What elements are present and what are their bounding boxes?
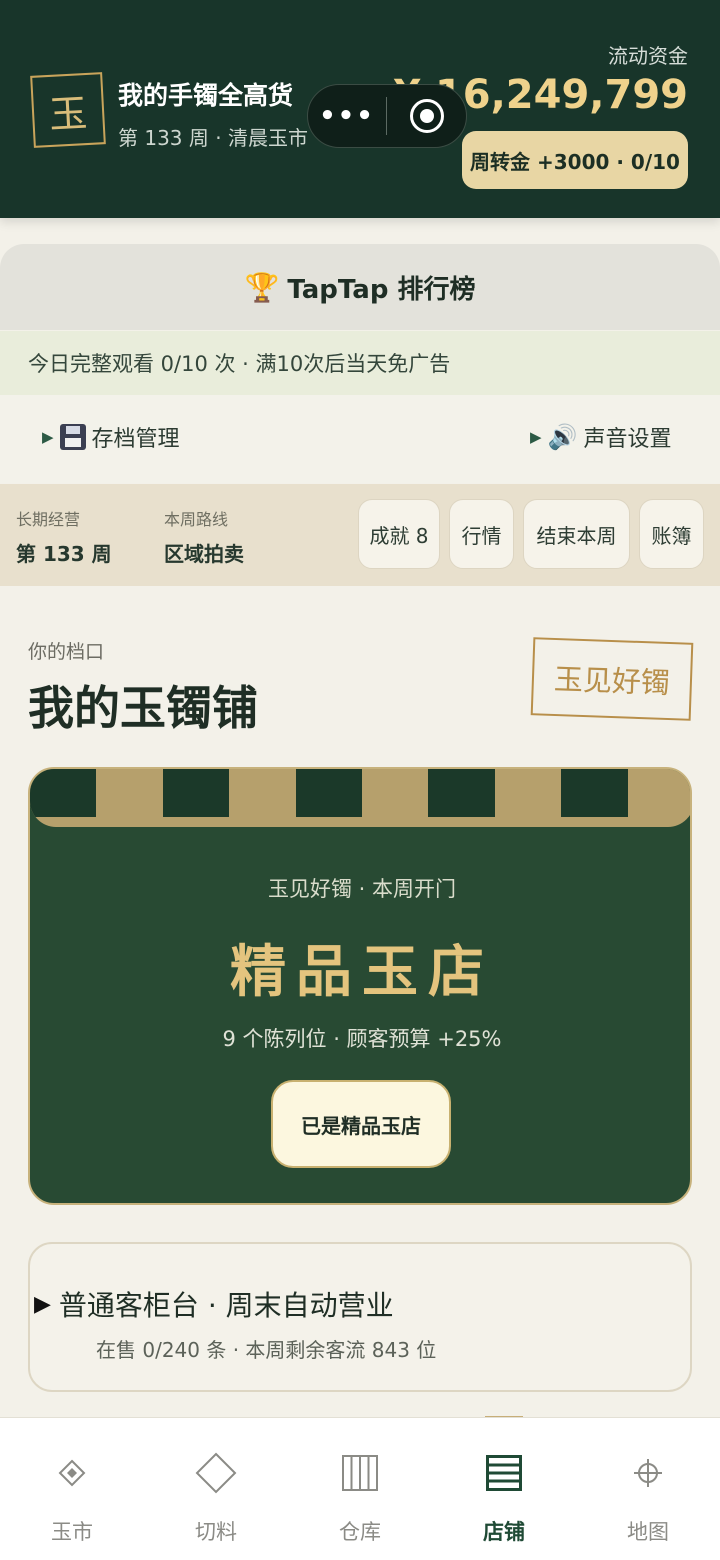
speaker-icon: 🔊 [547,423,578,451]
more-menu-icon[interactable]: ••• [308,85,386,147]
shop-card-subtitle: 玉见好镯 · 本周开门 [267,877,457,901]
bottom-tab-bar: 玉市 切料 仓库 店铺 地图 [0,1417,720,1560]
settings-row: ▶ 存档管理 ▶ 🔊 声音设置 [0,395,720,483]
stall-caption: 你的档口 [28,641,105,663]
leaderboard-label: TapTap 排行榜 [287,274,476,305]
long-term-label: 长期经营 [16,510,81,529]
sound-settings-button[interactable]: ▶ 🔊 声音设置 [530,421,671,453]
shop-card-title: 精品玉店 [230,939,494,1005]
tab-shop[interactable]: 店铺 [432,1418,576,1560]
route-stat: 本周路线 区域拍卖 [164,506,244,567]
list-icon [486,1452,522,1494]
logo-char: 玉 [48,90,89,137]
tab-jade-market[interactable]: 玉市 [0,1418,144,1560]
taptap-leaderboard-button[interactable]: 🏆 TapTap 排行榜 [0,244,720,330]
shop-name: 我的手镯全高货 [118,81,294,110]
market-button[interactable]: 行情 [449,499,514,569]
miniprogram-capsule: ••• [307,84,467,148]
week-info: 第 133 周 · 清晨玉市 [118,126,308,150]
ad-progress-banner: 今日完整观看 0/10 次 · 满10次后当天免广告 [0,331,720,395]
brand-stamp: 玉见好镯 [530,637,694,721]
tab-label: 店铺 [483,1520,525,1544]
top-header: 玉 我的手镯全高货 第 133 周 · 清晨玉市 流动资金 ¥ 16,249,7… [0,0,720,218]
expand-triangle-icon: ▶ [530,428,542,446]
regular-counter-card[interactable]: ▶ 普通客柜台 · 周末自动营业 在售 0/240 条 · 本周剩余客流 843… [28,1242,692,1392]
counter-title-text: 普通客柜台 · 周末自动营业 [58,1289,394,1322]
weekly-fund-button[interactable]: 周转金 +3000 · 0/10 [462,131,688,189]
expand-triangle-icon: ▶ [42,428,54,446]
shop-card-description: 9 个陈列位 · 顾客预算 +25% [222,1027,502,1051]
end-week-button[interactable]: 结束本周 [523,499,630,569]
achievements-button[interactable]: 成就 8 [358,499,440,569]
shop-awning [30,769,690,827]
counter-title: ▶ 普通客柜台 · 周末自动营业 [34,1284,394,1324]
tab-map[interactable]: 地图 [576,1418,720,1560]
funds-label: 流动资金 [608,44,688,68]
long-term-stat: 长期经营 第 133 周 [16,506,112,567]
stall-title: 我的玉镯铺 [28,681,258,735]
trophy-icon: 🏆 [244,270,280,304]
crosshair-icon [633,1452,663,1494]
save-management-button[interactable]: ▶ 存档管理 [42,421,180,453]
diamond-dot-icon [57,1452,87,1494]
expand-triangle-icon: ▶ [34,1291,51,1317]
shop-upgrade-button[interactable]: 已是精品玉店 [271,1080,451,1168]
shop-level-card: 玉见好镯 · 本周开门 精品玉店 9 个陈列位 · 顾客预算 +25% 已是精品… [28,767,692,1205]
save-management-label: 存档管理 [91,427,180,452]
tab-label: 切料 [195,1520,237,1544]
target-icon [409,99,444,133]
floppy-disk-icon [59,424,86,450]
tab-label: 仓库 [339,1520,381,1544]
ledger-button[interactable]: 账簿 [639,499,704,569]
route-label: 本周路线 [164,510,229,529]
stats-bar: 长期经营 第 133 周 本周路线 区域拍卖 成就 8 行情 结束本周 账簿 [0,484,720,586]
columns-icon [342,1452,378,1494]
diamond-outline-icon [195,1452,237,1494]
route-value: 区域拍卖 [164,542,244,566]
tab-label: 地图 [627,1520,669,1544]
close-miniprogram-button[interactable] [387,99,466,133]
tab-warehouse[interactable]: 仓库 [288,1418,432,1560]
tab-cutting[interactable]: 切料 [144,1418,288,1560]
counter-subtitle: 在售 0/240 条 · 本周剩余客流 843 位 [96,1338,437,1362]
long-term-value: 第 133 周 [16,542,112,566]
tab-label: 玉市 [51,1520,93,1544]
shop-logo-stamp: 玉 [30,72,106,148]
sound-settings-label: 声音设置 [583,427,672,452]
